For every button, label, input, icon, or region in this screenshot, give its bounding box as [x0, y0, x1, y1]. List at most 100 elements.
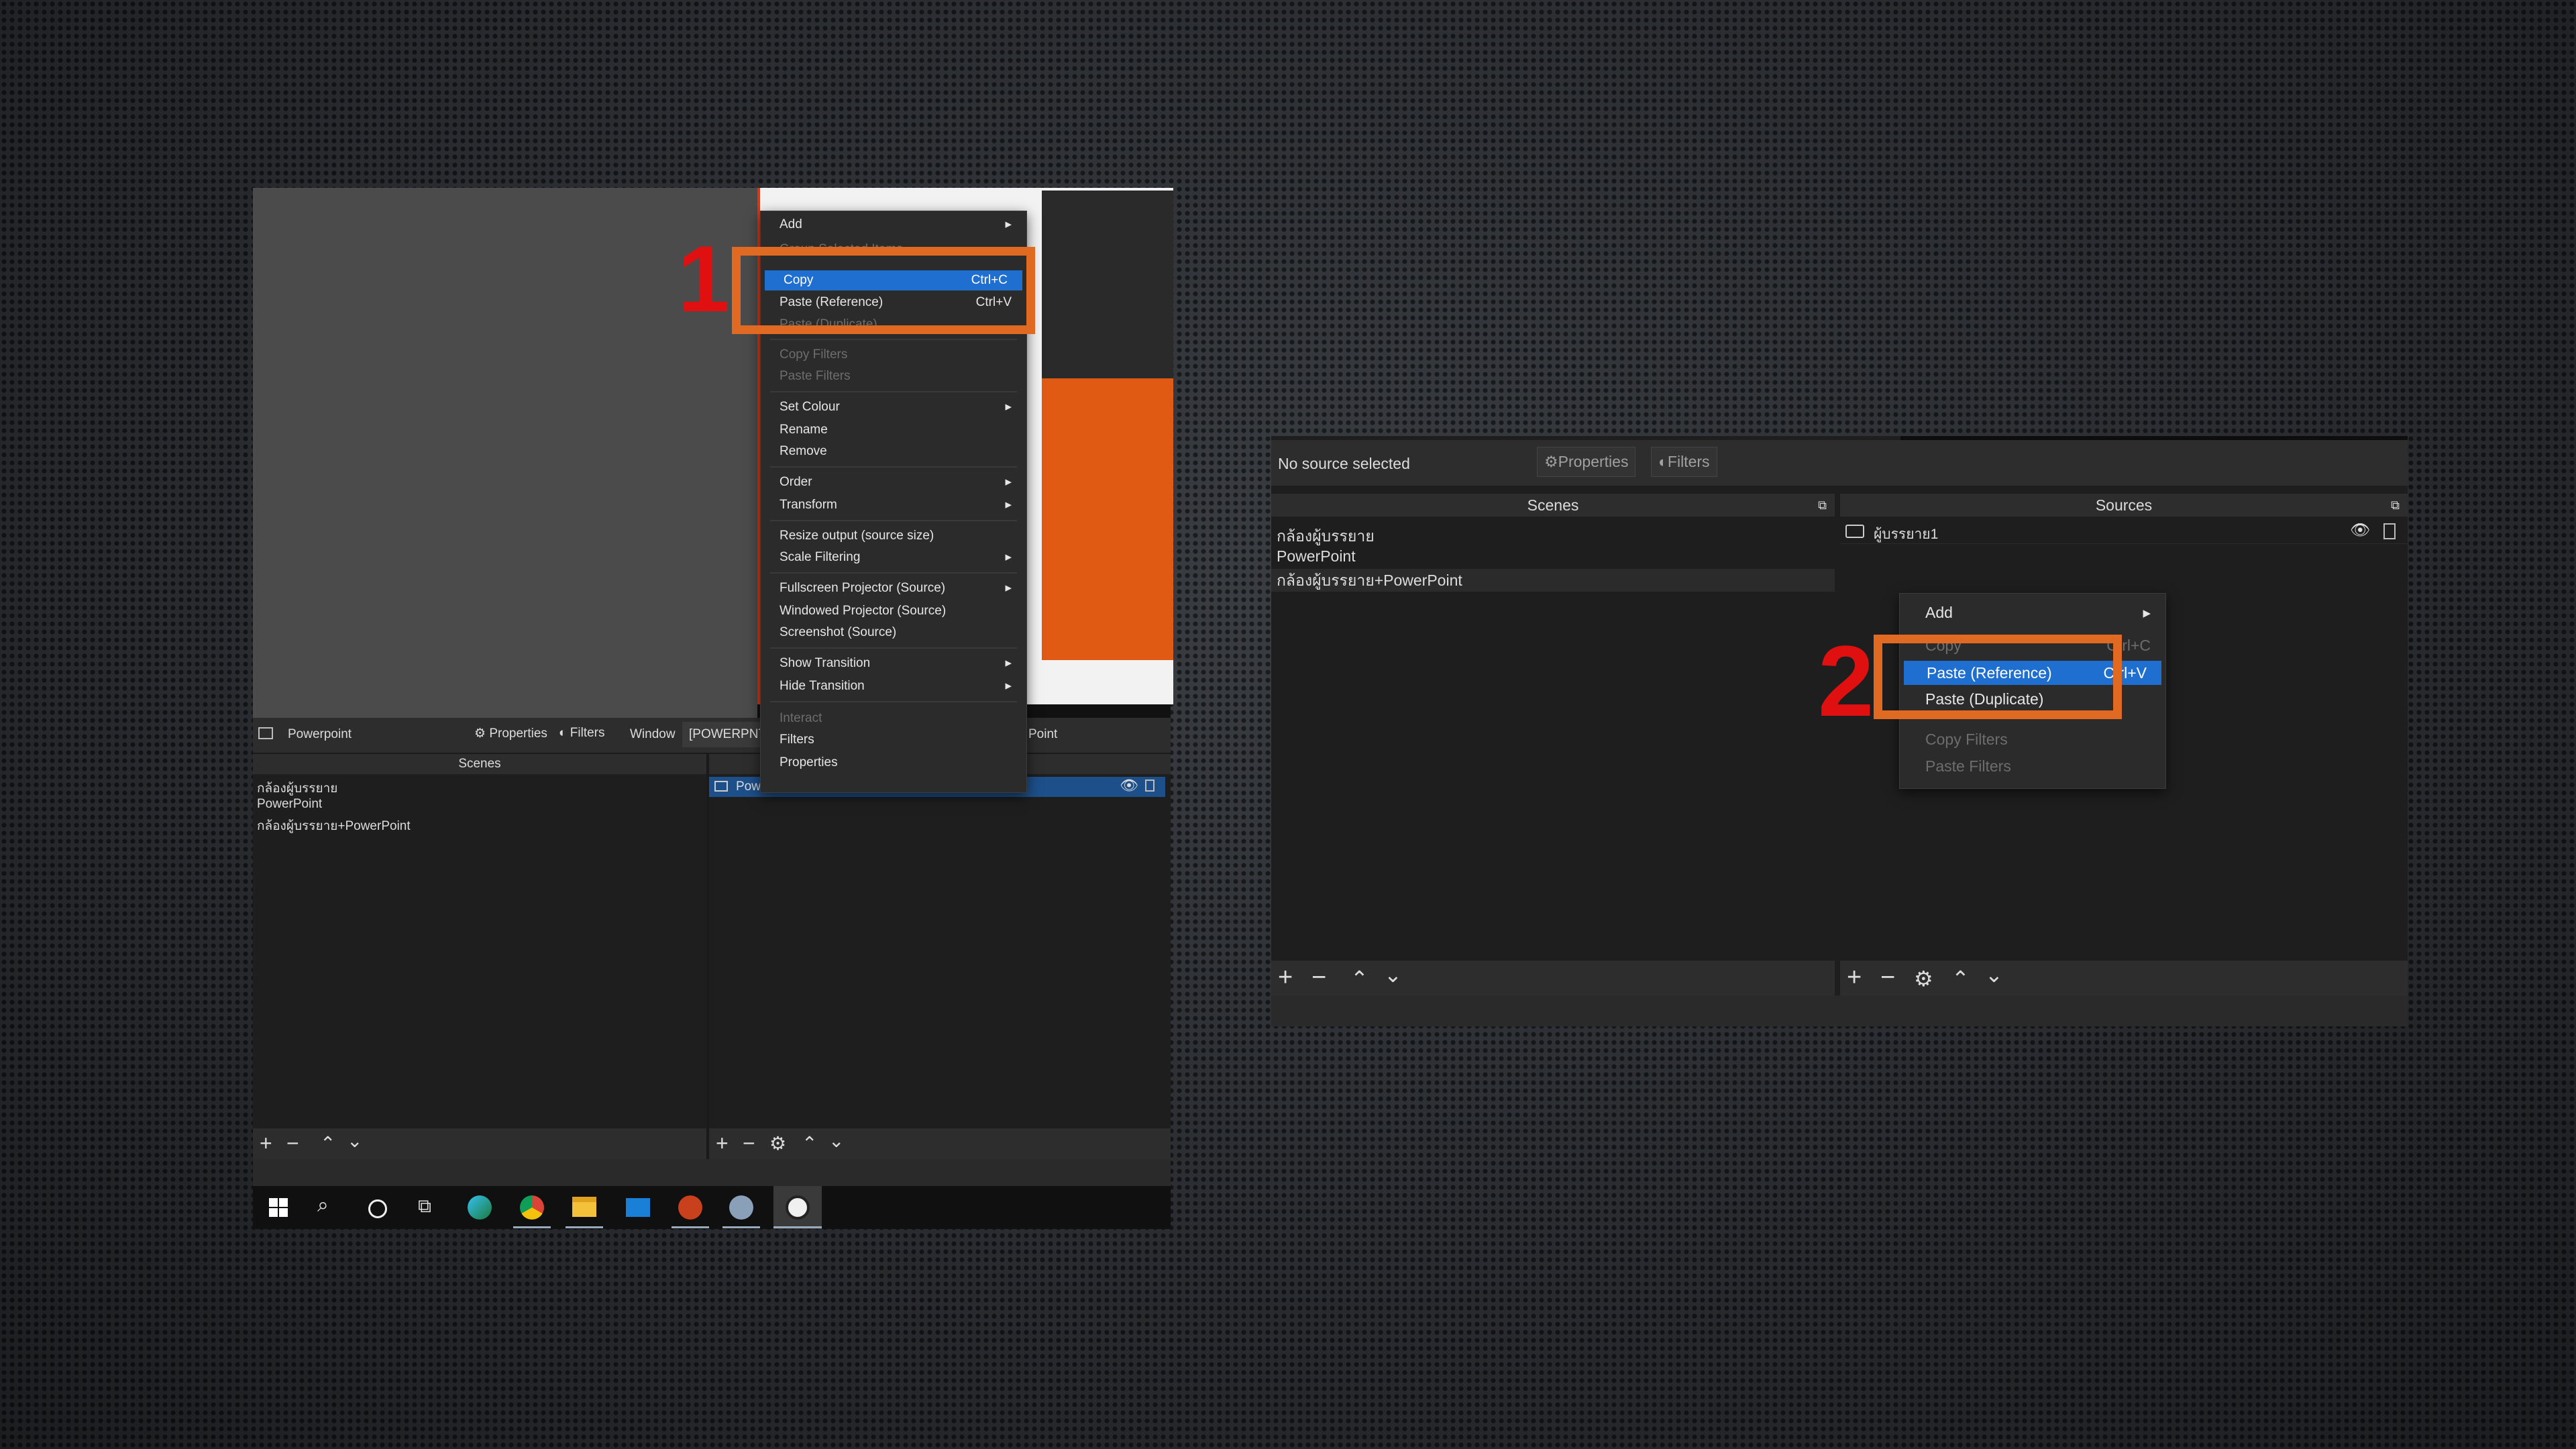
- menu-item-screenshot[interactable]: Screenshot (Source): [761, 622, 1026, 643]
- gear-icon: ⚙: [1544, 453, 1558, 470]
- scenes-controls: + − ⌃ ⌄: [253, 1128, 706, 1159]
- step-number: 2: [1818, 625, 1874, 737]
- window-label: Window: [630, 727, 676, 741]
- menu-separator: [770, 701, 1017, 702]
- menu-separator: [770, 647, 1017, 649]
- menu-separator: [770, 391, 1017, 392]
- source-item-label: ผู้บรรยาย1: [1874, 527, 1939, 542]
- properties-button[interactable]: ⚙ Properties: [474, 726, 547, 741]
- remove-source-icon[interactable]: −: [1880, 963, 1895, 992]
- properties-button[interactable]: ⚙Properties: [1537, 447, 1636, 477]
- move-up-icon[interactable]: ⌃: [320, 1132, 335, 1155]
- sources-controls: + − ⚙ ⌃ ⌄: [1840, 961, 2408, 996]
- menu-item-order[interactable]: Order ▸: [761, 472, 1026, 493]
- add-source-icon[interactable]: +: [716, 1131, 729, 1156]
- menu-item-show-transition[interactable]: Show Transition ▸: [761, 653, 1026, 674]
- window-select-tail: Point: [1028, 727, 1058, 741]
- search-icon[interactable]: ⌕: [317, 1194, 329, 1217]
- slide-orange-block: [1042, 378, 1173, 660]
- move-down-icon[interactable]: ⌄: [828, 1130, 844, 1152]
- mail-icon[interactable]: [626, 1198, 650, 1217]
- move-down-icon[interactable]: ⌄: [347, 1130, 362, 1152]
- remove-scene-icon[interactable]: −: [1311, 963, 1326, 992]
- scene-item[interactable]: กล้องผู้บรรยาย+PowerPoint: [257, 816, 411, 836]
- menu-item-copy-filters: Copy Filters: [780, 347, 848, 362]
- highlight-box: [732, 247, 1035, 334]
- highlight-box: [1874, 635, 2122, 719]
- menu-item-paste-filters: Paste Filters: [1925, 757, 2011, 775]
- menu-item-add[interactable]: Add ▸: [1900, 600, 2165, 625]
- task-view-icon[interactable]: ⧉: [418, 1195, 431, 1218]
- status-text: No source selected: [1278, 455, 1410, 472]
- menu-item-fullscreen-projector[interactable]: Fullscreen Projector (Source) ▸: [761, 578, 1026, 599]
- source-row[interactable]: ผู้บรรยาย1 👁: [1840, 521, 2408, 544]
- scene-item[interactable]: กล้องผู้บรรยาย: [257, 778, 337, 798]
- move-up-icon[interactable]: ⌃: [802, 1132, 817, 1155]
- scenes-controls: + − ⌃ ⌄: [1271, 961, 1835, 996]
- scene-item[interactable]: กล้องผู้บรรยาย+PowerPoint: [1271, 569, 1835, 592]
- step-number: 1: [678, 226, 730, 331]
- menu-item-filters[interactable]: Filters: [761, 729, 1026, 751]
- cortana-icon[interactable]: [368, 1199, 387, 1218]
- menu-item-properties[interactable]: Properties: [761, 752, 1026, 773]
- gear-icon[interactable]: ⚙: [1914, 966, 1933, 991]
- menu-item-add[interactable]: Add ▸: [761, 211, 1026, 238]
- menu-item-resize-output[interactable]: Resize output (source size): [761, 525, 1026, 547]
- filters-button[interactable]: ◐ Filters: [559, 726, 605, 741]
- undock-icon[interactable]: ⧉: [1818, 494, 1827, 517]
- chrome-icon[interactable]: [520, 1195, 544, 1220]
- source-icon: [714, 781, 728, 792]
- left-screenshot: Powerpoint ⚙ Properties ◐ Filters Window…: [253, 188, 1173, 1229]
- remove-source-icon[interactable]: −: [743, 1131, 755, 1156]
- sources-controls: + − ⚙ ⌃ ⌄: [709, 1128, 1171, 1159]
- undock-icon[interactable]: ⧉: [2391, 494, 2400, 517]
- scene-item[interactable]: PowerPoint: [257, 797, 322, 812]
- menu-separator: [770, 520, 1017, 521]
- powerpoint-icon[interactable]: [678, 1195, 702, 1220]
- menu-separator: [770, 339, 1017, 340]
- edge-icon[interactable]: [468, 1195, 492, 1220]
- menu-item-windowed-projector[interactable]: Windowed Projector (Source): [761, 600, 1026, 622]
- eye-icon[interactable]: 👁: [1120, 777, 1138, 794]
- menu-separator: [770, 466, 1017, 468]
- menu-item-rename[interactable]: Rename: [761, 419, 1026, 441]
- eye-icon[interactable]: 👁: [2350, 521, 2370, 540]
- scene-item[interactable]: กล้องผู้บรรยาย: [1277, 525, 1375, 549]
- camera-icon: [1845, 525, 1864, 538]
- scenes-panel: Scenes กล้องผู้บรรยาย PowerPoint กล้องผู…: [253, 754, 706, 1128]
- move-down-icon[interactable]: ⌄: [1384, 962, 1402, 987]
- file-explorer-icon[interactable]: [572, 1197, 596, 1217]
- move-down-icon[interactable]: ⌄: [1985, 962, 2003, 987]
- menu-item-paste-filters: Paste Filters: [780, 369, 851, 383]
- status-bar: [253, 1159, 1171, 1186]
- menu-item-set-colour[interactable]: Set Colour ▸: [761, 396, 1026, 418]
- sources-panel: PowerPoint 👁: [709, 754, 1171, 1128]
- app-icon[interactable]: [729, 1195, 753, 1220]
- filters-button[interactable]: ◐Filters: [1651, 447, 1717, 477]
- lock-icon[interactable]: [1145, 780, 1155, 792]
- menu-item-remove[interactable]: Remove: [761, 441, 1026, 462]
- menu-item-transform[interactable]: Transform ▸: [761, 494, 1026, 516]
- windows-start-icon[interactable]: [269, 1198, 288, 1217]
- slide-dark-block: [1042, 191, 1173, 378]
- lock-icon[interactable]: [2383, 523, 2396, 539]
- add-scene-icon[interactable]: +: [1278, 963, 1293, 992]
- move-up-icon[interactable]: ⌃: [1951, 966, 1970, 991]
- source-icon: [258, 727, 273, 739]
- add-scene-icon[interactable]: +: [260, 1131, 272, 1156]
- source-toolbar: Powerpoint ⚙ Properties ◐ Filters Window…: [253, 718, 1171, 753]
- move-up-icon[interactable]: ⌃: [1350, 966, 1368, 991]
- menu-item-scale-filtering[interactable]: Scale Filtering ▸: [761, 547, 1026, 568]
- scene-item[interactable]: PowerPoint: [1277, 547, 1356, 566]
- gear-icon[interactable]: ⚙: [769, 1132, 786, 1155]
- menu-item-interact: Interact: [780, 711, 822, 725]
- menu-item-copy-filters: Copy Filters: [1925, 731, 2008, 748]
- taskbar-underline: [566, 1226, 603, 1228]
- status-bar: [1271, 996, 2408, 1026]
- menu-item-hide-transition[interactable]: Hide Transition ▸: [761, 676, 1026, 697]
- add-source-icon[interactable]: +: [1847, 963, 1862, 992]
- scenes-panel: Scenes ⧉ กล้องผู้บรรยาย PowerPoint กล้องผ…: [1271, 494, 1835, 961]
- obs-icon[interactable]: [773, 1186, 822, 1229]
- remove-scene-icon[interactable]: −: [286, 1131, 299, 1156]
- source-name: Powerpoint: [288, 727, 352, 741]
